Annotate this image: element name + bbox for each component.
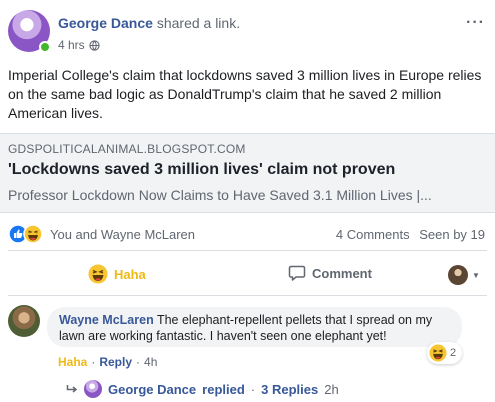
link-description: Professor Lockdown Now Claims to Have Sa… [8, 187, 432, 203]
haha-icon [429, 344, 447, 362]
haha-label: Haha [114, 266, 146, 282]
comment-reply-link[interactable]: Reply [99, 355, 132, 369]
reply-arrow-icon [66, 385, 78, 393]
comment-label: Comment [312, 265, 372, 281]
comment-author[interactable]: Wayne McLaren [59, 313, 154, 327]
link-preview-card[interactable]: GDSPOLITICALANIMAL.BLOGSPOT.COM 'Lockdow… [0, 133, 495, 213]
share-action-text: shared a link. [156, 15, 241, 31]
post-actions-bar: Haha Comment ▼ [0, 258, 495, 292]
comment-button[interactable]: Comment [288, 264, 372, 282]
view-replies-link[interactable]: George Dance replied · 3 Replies 2h [66, 378, 339, 400]
separator: · [136, 355, 141, 369]
replier-name: George Dance [108, 381, 197, 397]
divider [8, 295, 487, 296]
divider [8, 250, 487, 251]
comments-count[interactable]: 4 Comments [336, 227, 410, 242]
author-name[interactable]: George Dance [58, 15, 153, 31]
separator: · [250, 381, 256, 397]
online-status-icon [39, 41, 51, 53]
haha-reaction-icon [23, 224, 43, 244]
post-text: Imperial College's claim that lockdowns … [8, 67, 482, 121]
engagement-counts: 4 Comments Seen by 19 [336, 227, 485, 242]
more-options-icon[interactable]: ··· [466, 14, 485, 32]
post-time[interactable]: 4 hrs [58, 38, 85, 52]
commenter-avatar[interactable] [8, 305, 40, 337]
comment-reaction-badge[interactable]: 2 [427, 342, 463, 364]
replied-text: replied [202, 381, 245, 397]
comment-bubble: Wayne McLaren The elephant-repellent pel… [47, 307, 462, 347]
reply-count: 3 Replies [261, 381, 319, 397]
chevron-down-icon: ▼ [472, 270, 480, 280]
comment-icon [288, 265, 306, 281]
user-avatar [448, 265, 468, 285]
haha-button[interactable]: Haha [88, 264, 146, 284]
haha-icon [88, 264, 108, 284]
comment-reaction-count: 2 [450, 347, 457, 359]
comment-actions: Haha · Reply · 4h [58, 355, 157, 369]
reactors-text[interactable]: You and Wayne McLaren [50, 227, 195, 242]
reply-time: 2h [324, 381, 339, 397]
replier-avatar [84, 380, 102, 398]
reactions-bar: You and Wayne McLaren 4 Comments Seen by… [0, 222, 495, 246]
comment-as-selector[interactable]: ▼ [448, 265, 480, 285]
link-title[interactable]: 'Lockdowns saved 3 million lives' claim … [8, 161, 395, 179]
globe-icon [89, 39, 100, 51]
post-header: George Dance shared a link. 4 hrs ··· [0, 0, 495, 58]
seen-count[interactable]: Seen by 19 [419, 227, 485, 242]
comment-haha-link[interactable]: Haha [58, 355, 87, 369]
separator: · [91, 355, 96, 369]
timestamp-line: 4 hrs [58, 38, 100, 52]
comment-time[interactable]: 4h [144, 355, 157, 369]
reaction-icons[interactable] [8, 224, 48, 244]
author-line: George Dance shared a link. [58, 15, 240, 31]
link-domain: GDSPOLITICALANIMAL.BLOGSPOT.COM [8, 142, 246, 156]
